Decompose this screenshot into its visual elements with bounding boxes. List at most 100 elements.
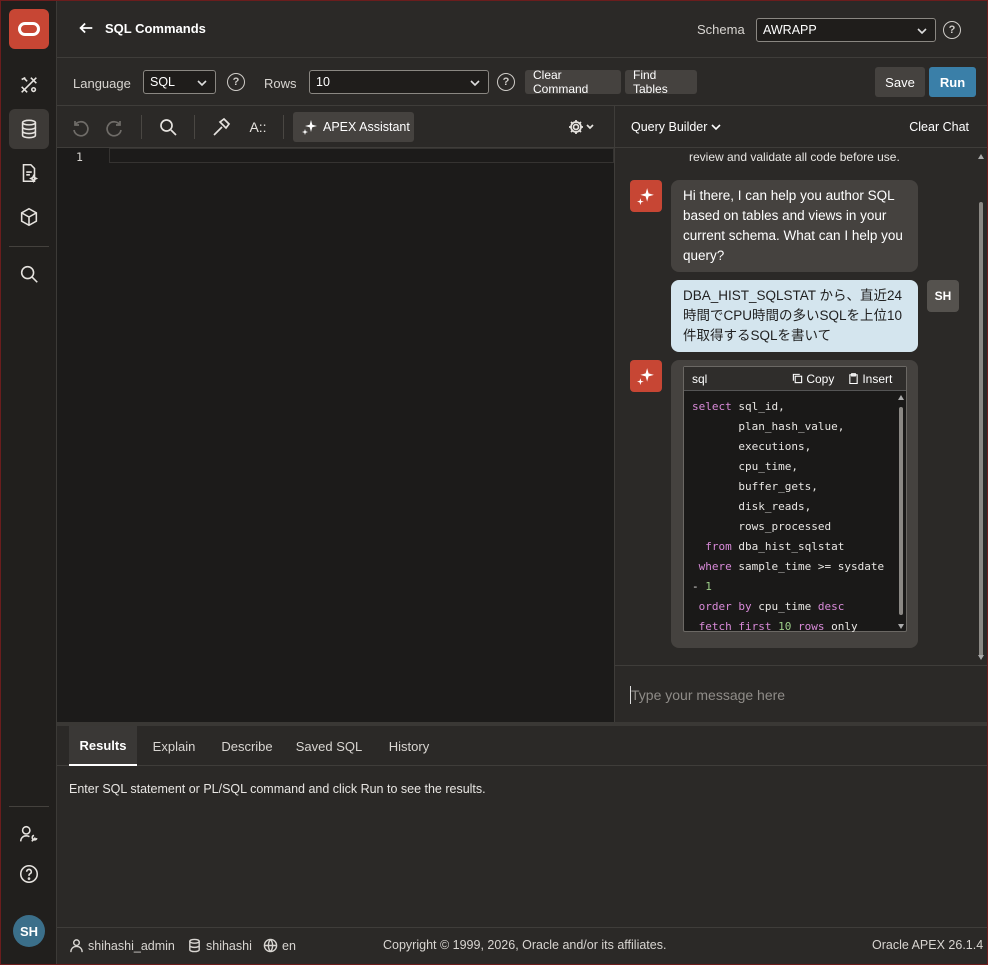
footer-version: Oracle APEX 26.1.4 xyxy=(872,938,984,952)
language-value: SQL xyxy=(150,75,176,89)
assistant-avatar xyxy=(630,180,662,212)
globe-icon xyxy=(263,938,278,953)
scroll-up-icon[interactable] xyxy=(898,395,904,400)
tab-explain[interactable]: Explain xyxy=(145,726,203,766)
chat-scrollbar[interactable] xyxy=(977,154,985,660)
database-icon xyxy=(189,938,200,953)
footer-user-name: shihashi_admin xyxy=(88,938,175,953)
tab-history[interactable]: History xyxy=(379,726,439,766)
query-builder-menu[interactable]: Query Builder xyxy=(631,120,722,134)
font-size-button[interactable]: A:: xyxy=(246,116,270,138)
footer-user[interactable]: shihashi_admin xyxy=(69,938,175,953)
settings-menu-button[interactable] xyxy=(565,116,597,138)
schema-value: AWRAPP xyxy=(763,23,817,37)
nav-administration[interactable] xyxy=(9,814,49,854)
redo-icon xyxy=(106,120,122,137)
schema-label: Schema xyxy=(697,22,745,37)
database-icon xyxy=(21,119,37,139)
chat-scroll-thumb[interactable] xyxy=(979,202,983,657)
redo-button[interactable] xyxy=(104,116,126,138)
code-block: sql Copy Insert select sql_id, plan_hash… xyxy=(683,366,907,633)
insert-button[interactable]: Insert xyxy=(848,372,892,386)
chat-input-placeholder[interactable]: Type your message here xyxy=(631,687,785,703)
code-scrollbar[interactable] xyxy=(898,395,904,629)
oracle-ring-icon xyxy=(18,22,40,36)
save-button[interactable]: Save xyxy=(875,67,925,97)
tab-results[interactable]: Results xyxy=(69,726,137,766)
hammer-icon xyxy=(213,117,231,136)
user-chat-avatar: SH xyxy=(927,280,959,312)
results-panel: Results Explain Describe Saved SQL Histo… xyxy=(57,722,987,927)
nav-rail: SH xyxy=(1,1,57,964)
rows-label: Rows xyxy=(264,76,297,91)
undo-button[interactable] xyxy=(69,116,91,138)
toolbar-separator xyxy=(194,115,195,139)
user-avatar[interactable]: SH xyxy=(13,915,45,947)
run-button[interactable]: Run xyxy=(929,67,976,97)
sparkle-icon xyxy=(637,188,654,205)
page-header: SQL Commands Schema AWRAPP ? xyxy=(57,1,987,58)
page-footer: shihashi_admin shihashi en Copyright © 1… xyxy=(57,927,987,964)
code-content: select sql_id, plan_hash_value, executio… xyxy=(692,400,885,633)
current-line-highlight xyxy=(109,148,614,163)
clear-command-button[interactable]: Clear Command xyxy=(525,68,621,96)
nav-team-development[interactable] xyxy=(9,153,49,193)
toolbar-separator xyxy=(283,115,284,139)
chat-panel: review and validate all code before use.… xyxy=(614,148,987,665)
back-button[interactable] xyxy=(77,19,97,39)
schema-select[interactable]: AWRAPP xyxy=(756,18,936,42)
sql-editor[interactable]: 1 xyxy=(57,148,614,722)
insert-label: Insert xyxy=(862,372,893,386)
arrow-left-icon xyxy=(79,22,93,34)
tab-saved-sql[interactable]: Saved SQL xyxy=(291,726,367,766)
line-number: 1 xyxy=(76,150,83,164)
chat-notice: review and validate all code before use. xyxy=(689,150,900,164)
format-button[interactable] xyxy=(210,116,232,138)
find-button[interactable] xyxy=(157,116,179,138)
chevron-down-icon xyxy=(197,77,207,87)
chevron-down-icon xyxy=(711,124,722,131)
nav-app-builder[interactable] xyxy=(9,65,49,105)
language-help-icon[interactable]: ? xyxy=(227,73,245,91)
user-wrench-icon xyxy=(19,825,38,842)
app-window: SH SQL Commands Schema AWRAPP ? Language… xyxy=(0,0,988,965)
find-tables-button[interactable]: Find Tables xyxy=(625,68,697,96)
help-icon xyxy=(19,864,39,884)
rows-select[interactable]: 10 xyxy=(309,70,489,94)
nav-search[interactable] xyxy=(9,254,49,294)
copy-label: Copy xyxy=(806,372,835,386)
code-scroll-thumb[interactable] xyxy=(899,407,903,615)
nav-sql-workshop[interactable] xyxy=(9,109,49,149)
apex-assistant-button[interactable]: APEX Assistant xyxy=(293,112,414,142)
footer-workspace[interactable]: shihashi xyxy=(187,938,252,953)
rows-help-icon[interactable]: ? xyxy=(497,73,515,91)
toolbar-separator xyxy=(141,115,142,139)
page-title: SQL Commands xyxy=(105,21,206,36)
options-toolbar: Language SQL ? Rows 10 ? Clear Command F… xyxy=(57,58,987,106)
assistant-avatar xyxy=(630,360,662,392)
scroll-down-icon[interactable] xyxy=(978,655,984,660)
chat-input-area[interactable]: Type your message here xyxy=(614,665,987,722)
user-message: DBA_HIST_SQLSTAT から、直近24時間でCPU時間の多いSQLを上… xyxy=(671,280,918,352)
footer-language[interactable]: en xyxy=(263,938,296,953)
clear-chat-button[interactable]: Clear Chat xyxy=(909,120,969,134)
language-select[interactable]: SQL xyxy=(143,70,216,94)
nav-gallery[interactable] xyxy=(9,197,49,237)
user-icon xyxy=(70,939,83,953)
search-icon xyxy=(20,265,38,283)
nav-help[interactable] xyxy=(9,854,49,894)
code-language: sql xyxy=(692,372,708,386)
chat-toolbar: Query Builder Clear Chat xyxy=(614,106,987,148)
tools-icon xyxy=(21,76,37,93)
oracle-logo[interactable] xyxy=(9,9,49,49)
footer-language-code: en xyxy=(282,938,296,953)
copy-icon xyxy=(792,373,803,384)
tab-describe[interactable]: Describe xyxy=(215,726,279,766)
scroll-up-icon[interactable] xyxy=(978,154,984,159)
language-label: Language xyxy=(73,76,131,91)
results-tabs: Results Explain Describe Saved SQL Histo… xyxy=(57,726,987,766)
scroll-down-icon[interactable] xyxy=(898,624,904,629)
footer-copyright: Copyright © 1999, 2026, Oracle and/or it… xyxy=(383,938,667,952)
schema-help-icon[interactable]: ? xyxy=(943,21,961,39)
copy-button[interactable]: Copy xyxy=(792,372,834,386)
